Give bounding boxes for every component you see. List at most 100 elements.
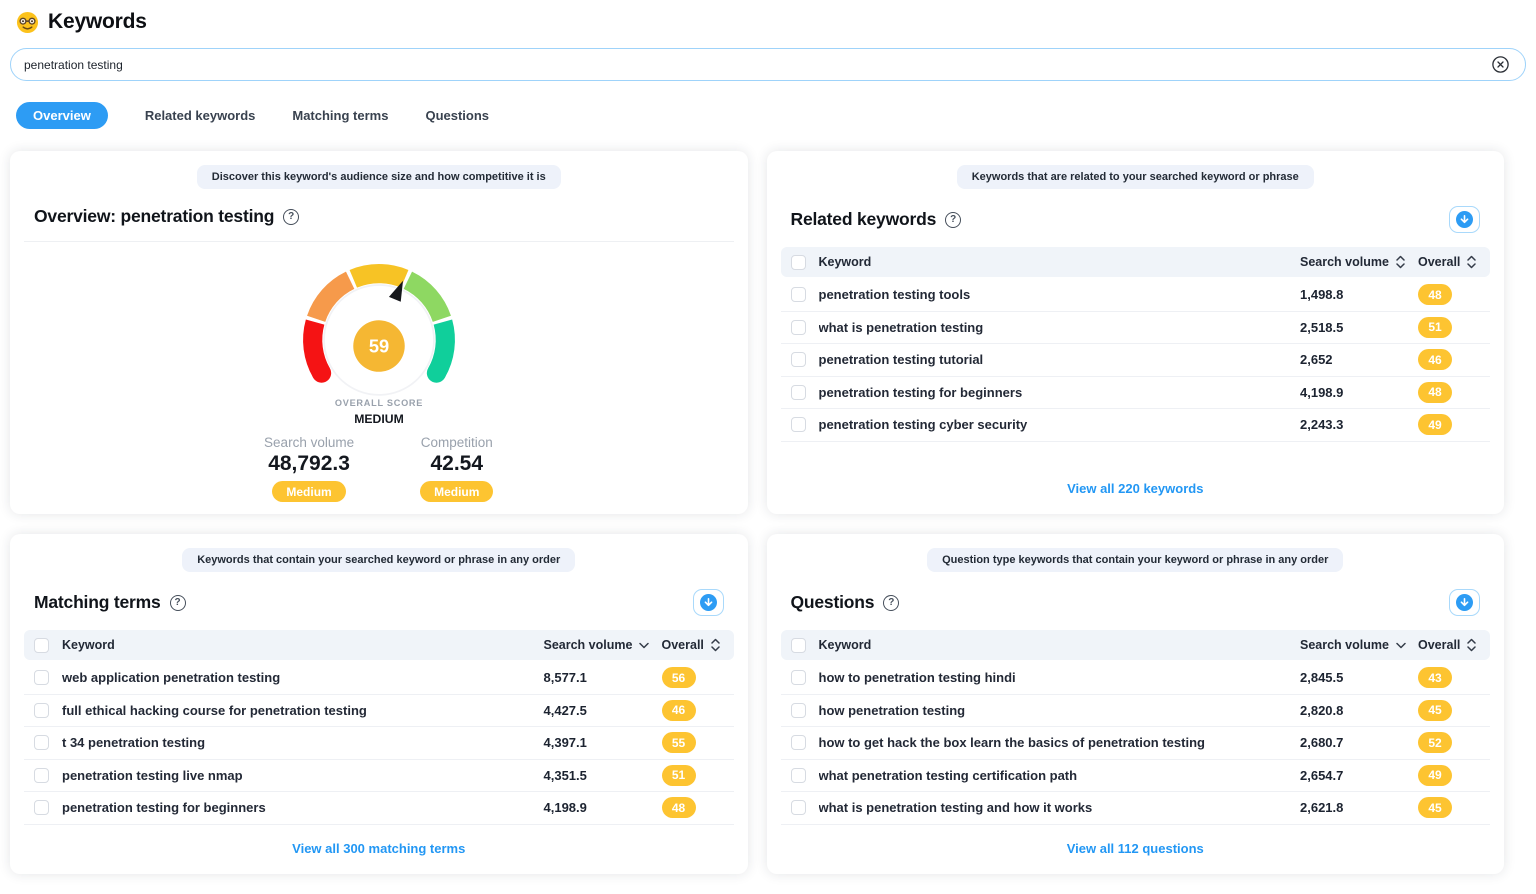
keyword-cell: how to penetration testing hindi bbox=[819, 670, 1301, 685]
column-header-overall[interactable]: Overall bbox=[1418, 255, 1480, 269]
search-input[interactable] bbox=[24, 58, 1489, 72]
column-header-overall[interactable]: Overall bbox=[662, 638, 724, 652]
sort-icon bbox=[1467, 255, 1476, 269]
search-volume-cell: 4,198.9 bbox=[1300, 385, 1418, 400]
table-row: how to penetration testing hindi 2,845.5… bbox=[781, 662, 1491, 695]
column-header-keyword: Keyword bbox=[819, 255, 1301, 269]
column-header-search-volume[interactable]: Search volume bbox=[544, 638, 662, 652]
overall-score-badge: 46 bbox=[1418, 349, 1452, 370]
help-icon[interactable]: ? bbox=[170, 595, 186, 611]
export-button[interactable] bbox=[1449, 206, 1480, 233]
keyword-cell: penetration testing tutorial bbox=[819, 352, 1301, 367]
row-checkbox[interactable] bbox=[791, 352, 806, 367]
overall-score-badge: 43 bbox=[1418, 667, 1452, 688]
help-icon[interactable]: ? bbox=[283, 209, 299, 225]
status-badge: Medium bbox=[272, 481, 345, 502]
stat-search-volume: Search volume 48,792.3 Medium bbox=[264, 435, 354, 502]
keyword-cell: what is penetration testing bbox=[819, 320, 1301, 335]
keyword-cell: penetration testing for beginners bbox=[62, 800, 544, 815]
matching-terms-table: Keyword Search volume Overall web applic… bbox=[24, 630, 734, 825]
overall-score-badge: 48 bbox=[662, 797, 696, 818]
matching-terms-card: Keywords that contain your searched keyw… bbox=[10, 534, 748, 874]
select-all-checkbox[interactable] bbox=[791, 638, 806, 653]
row-checkbox[interactable] bbox=[791, 417, 806, 432]
download-icon bbox=[1456, 211, 1473, 228]
row-checkbox[interactable] bbox=[34, 768, 49, 783]
column-header-search-volume[interactable]: Search volume bbox=[1300, 255, 1418, 269]
row-checkbox[interactable] bbox=[791, 670, 806, 685]
row-checkbox[interactable] bbox=[791, 287, 806, 302]
keyword-cell: penetration testing tools bbox=[819, 287, 1301, 302]
table-row: t 34 penetration testing 4,397.1 55 bbox=[24, 727, 734, 760]
row-checkbox[interactable] bbox=[791, 320, 806, 335]
help-icon[interactable]: ? bbox=[945, 212, 961, 228]
export-button[interactable] bbox=[1449, 589, 1480, 616]
keyword-cell: web application penetration testing bbox=[62, 670, 544, 685]
row-checkbox[interactable] bbox=[791, 735, 806, 750]
row-checkbox[interactable] bbox=[34, 703, 49, 718]
sort-icon bbox=[711, 638, 720, 652]
tab-questions[interactable]: Questions bbox=[425, 102, 489, 129]
table-header-row: Keyword Search volume Overall bbox=[781, 630, 1491, 660]
search-volume-cell: 2,518.5 bbox=[1300, 320, 1418, 335]
column-header-search-volume[interactable]: Search volume bbox=[1300, 638, 1418, 652]
overall-score-badge: 51 bbox=[662, 765, 696, 786]
gauge-score: 59 bbox=[369, 336, 389, 357]
gauge-level: MEDIUM bbox=[354, 412, 404, 426]
stat-competition: Competition 42.54 Medium bbox=[420, 435, 493, 502]
row-checkbox[interactable] bbox=[791, 768, 806, 783]
column-header-overall[interactable]: Overall bbox=[1418, 638, 1480, 652]
row-checkbox[interactable] bbox=[791, 800, 806, 815]
overall-score-badge: 51 bbox=[1418, 317, 1452, 338]
overview-stats: Search volume 48,792.3 Medium Competitio… bbox=[264, 429, 493, 502]
tab-overview[interactable]: Overview bbox=[16, 102, 108, 129]
row-checkbox[interactable] bbox=[34, 800, 49, 815]
table-row: penetration testing for beginners 4,198.… bbox=[781, 377, 1491, 410]
search-volume-cell: 2,820.8 bbox=[1300, 703, 1418, 718]
search-bar bbox=[10, 48, 1526, 81]
table-row: what penetration testing certification p… bbox=[781, 760, 1491, 793]
search-volume-cell: 2,654.7 bbox=[1300, 768, 1418, 783]
overall-score-badge: 52 bbox=[1418, 732, 1452, 753]
keyword-cell: t 34 penetration testing bbox=[62, 735, 544, 750]
cards-grid: Discover this keyword's audience size an… bbox=[0, 129, 1536, 894]
search-volume-cell: 1,498.8 bbox=[1300, 287, 1418, 302]
tab-matching-terms[interactable]: Matching terms bbox=[292, 102, 388, 129]
sort-icon bbox=[1467, 638, 1476, 652]
table-row: how penetration testing 2,820.8 45 bbox=[781, 695, 1491, 728]
row-checkbox[interactable] bbox=[34, 735, 49, 750]
overall-score-badge: 49 bbox=[1418, 765, 1452, 786]
select-all-checkbox[interactable] bbox=[791, 255, 806, 270]
questions-card-description: Question type keywords that contain your… bbox=[927, 548, 1343, 572]
table-row: penetration testing for beginners 4,198.… bbox=[24, 792, 734, 825]
row-checkbox[interactable] bbox=[34, 670, 49, 685]
row-checkbox[interactable] bbox=[791, 703, 806, 718]
clear-search-button[interactable] bbox=[1489, 53, 1512, 76]
table-row: web application penetration testing 8,57… bbox=[24, 662, 734, 695]
related-keywords-table: Keyword Search volume Overall penetratio… bbox=[781, 247, 1491, 442]
help-icon[interactable]: ? bbox=[883, 595, 899, 611]
search-volume-cell: 2,243.3 bbox=[1300, 417, 1418, 432]
select-all-checkbox[interactable] bbox=[34, 638, 49, 653]
row-checkbox[interactable] bbox=[791, 385, 806, 400]
related-keywords-card: Keywords that are related to your search… bbox=[767, 151, 1505, 514]
view-all-questions-link[interactable]: View all 112 questions bbox=[1067, 841, 1204, 856]
nerd-face-emoji bbox=[16, 11, 39, 34]
export-button[interactable] bbox=[693, 589, 724, 616]
overview-card-description: Discover this keyword's audience size an… bbox=[197, 165, 561, 189]
tab-related-keywords[interactable]: Related keywords bbox=[145, 102, 256, 129]
overview-card-title: Overview: penetration testing bbox=[34, 206, 274, 227]
view-all-matching-terms-link[interactable]: View all 300 matching terms bbox=[292, 841, 465, 856]
stat-label: Search volume bbox=[264, 435, 354, 450]
matching-card-title: Matching terms bbox=[34, 592, 161, 613]
table-row: penetration testing cyber security 2,243… bbox=[781, 409, 1491, 442]
overall-score-badge: 56 bbox=[662, 667, 696, 688]
view-all-keywords-link[interactable]: View all 220 keywords bbox=[1067, 481, 1203, 496]
overall-score-badge: 55 bbox=[662, 732, 696, 753]
overall-score-badge: 45 bbox=[1418, 700, 1452, 721]
keyword-cell: full ethical hacking course for penetrat… bbox=[62, 703, 544, 718]
related-card-description: Keywords that are related to your search… bbox=[957, 165, 1314, 189]
table-row: what is penetration testing 2,518.5 51 bbox=[781, 312, 1491, 345]
sort-icon bbox=[1396, 255, 1405, 269]
table-header-row: Keyword Search volume Overall bbox=[24, 630, 734, 660]
